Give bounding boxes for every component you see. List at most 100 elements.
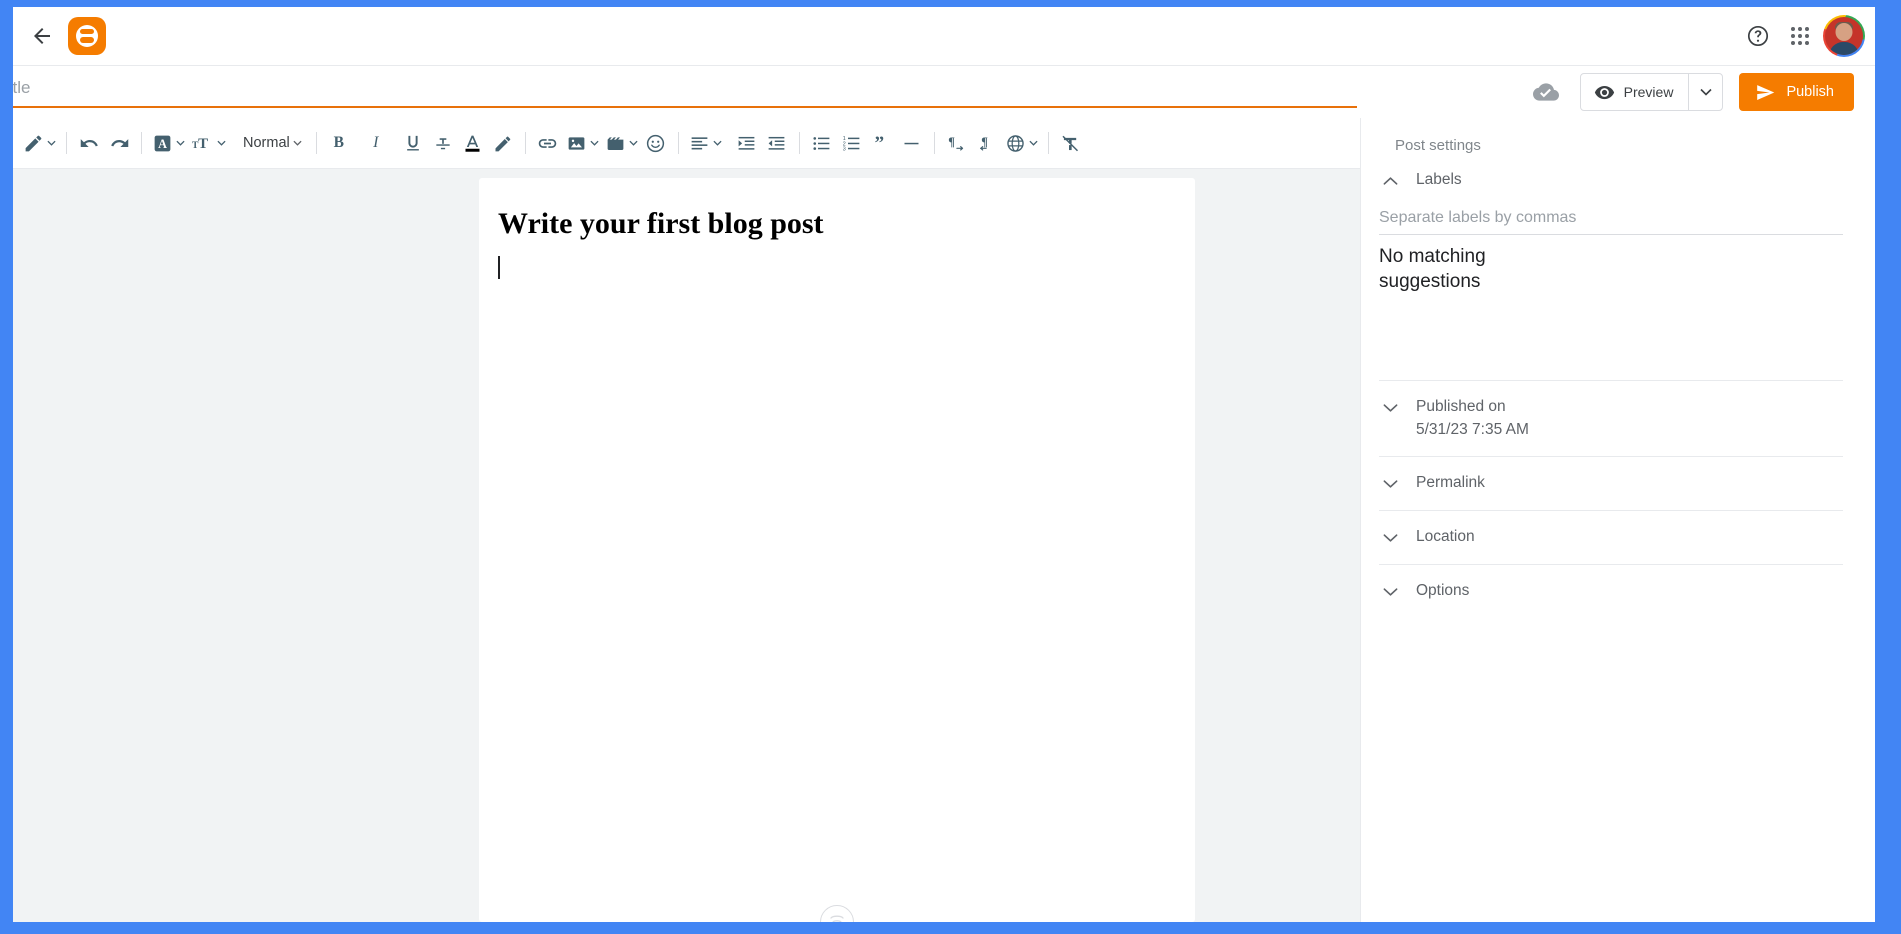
- toolbar-indent-decrease[interactable]: [762, 126, 792, 160]
- toolbar-rtl-direction[interactable]: ¶: [972, 126, 1002, 160]
- top-app-bar: [13, 7, 1875, 66]
- toolbar-transliteration[interactable]: [1002, 126, 1041, 160]
- toolbar-indent-increase[interactable]: [732, 126, 762, 160]
- toolbar-redo[interactable]: [104, 126, 134, 160]
- editor-canvas: Write your first blog post: [13, 169, 1360, 922]
- account-avatar[interactable]: [1823, 15, 1865, 57]
- avatar-body: [1829, 42, 1859, 55]
- indent-increase-icon: [738, 136, 755, 150]
- post-heading[interactable]: Write your first blog post: [479, 178, 1195, 243]
- toolbar-bold[interactable]: B: [324, 126, 354, 160]
- toolbar-divider: [677, 132, 679, 154]
- help-button[interactable]: [1737, 15, 1779, 57]
- preview-options-button[interactable]: [1688, 74, 1722, 110]
- chevron-down-icon: [293, 140, 302, 146]
- resize-grip-icon: [830, 915, 844, 922]
- settings-section-options-header[interactable]: Options: [1379, 565, 1843, 618]
- strikethrough-icon: [436, 138, 450, 150]
- rtl-paragraph-icon: ¶: [980, 135, 988, 151]
- chevron-down-icon: [1700, 88, 1712, 96]
- toolbar-ltr-direction[interactable]: ¶: [942, 126, 972, 160]
- toolbar-compose-mode[interactable]: [20, 126, 59, 160]
- chevron-up-icon: [1379, 170, 1401, 192]
- back-button[interactable]: [20, 14, 64, 58]
- toolbar-divider: [141, 132, 142, 154]
- help-icon: [1747, 25, 1769, 47]
- chevron-down-icon: [176, 140, 185, 146]
- blogger-logo[interactable]: [68, 17, 106, 55]
- eye-icon: [1594, 85, 1614, 99]
- labels-input[interactable]: [1379, 207, 1843, 235]
- toolbar-undo[interactable]: [74, 126, 104, 160]
- emoji-icon: [647, 134, 665, 152]
- chevron-down-icon: [1379, 581, 1401, 603]
- chevron-down-icon: [590, 140, 599, 146]
- toolbar-text-color[interactable]: [458, 126, 488, 160]
- svg-text:¶: ¶: [948, 135, 955, 149]
- settings-section-location-label: Location: [1416, 528, 1475, 546]
- toolbar-divider: [315, 132, 317, 154]
- toolbar-divider: [798, 132, 800, 154]
- post-editor-card[interactable]: Write your first blog post: [479, 178, 1195, 922]
- settings-section-permalink-header[interactable]: Permalink: [1379, 457, 1843, 510]
- ltr-paragraph-icon: ¶: [948, 135, 964, 151]
- toolbar-font-size[interactable]: T T: [188, 126, 229, 160]
- indent-decrease-icon: [768, 136, 785, 150]
- toolbar-highlight-color[interactable]: [488, 126, 518, 160]
- format-toolbar: A T T Normal B I 1 2 3 ” ¶ ¶: [13, 118, 1360, 169]
- toolbar-divider: [933, 132, 935, 154]
- post-title-input[interactable]: [13, 74, 1357, 108]
- toolbar-divider: [524, 132, 526, 154]
- toolbar-italic[interactable]: I: [361, 126, 391, 160]
- paragraph-style-label: Normal: [243, 135, 290, 151]
- publish-button[interactable]: Publish: [1739, 73, 1854, 111]
- toolbar-insert-image[interactable]: [563, 126, 602, 160]
- svg-text:A: A: [158, 136, 167, 150]
- settings-section-location-header[interactable]: Location: [1379, 511, 1843, 564]
- toolbar-clear-formatting[interactable]: [1056, 126, 1086, 160]
- toolbar-divider: [1047, 132, 1049, 154]
- redo-icon: [110, 138, 128, 147]
- toolbar-font-family[interactable]: A: [149, 126, 188, 160]
- settings-section-permalink-label: Permalink: [1416, 474, 1485, 492]
- browser-window-frame: Preview Publish: [0, 0, 1901, 934]
- avatar-photo: [1825, 17, 1863, 55]
- chevron-down-icon: [1379, 473, 1401, 495]
- cloud-done-icon: [1532, 83, 1559, 101]
- chevron-down-icon: [47, 140, 56, 146]
- settings-section-labels: Labels No matching suggestions: [1379, 154, 1843, 382]
- labels-body: No matching suggestions: [1379, 207, 1843, 380]
- font-box-icon: A: [154, 135, 171, 151]
- toolbar-align[interactable]: [686, 126, 725, 160]
- svg-text:3: 3: [843, 146, 846, 152]
- toolbar-strikethrough[interactable]: [428, 126, 458, 160]
- toolbar-bulleted-list[interactable]: [807, 126, 837, 160]
- post-body[interactable]: [479, 243, 1195, 283]
- google-apps-button[interactable]: [1779, 15, 1821, 57]
- toolbar-numbered-list[interactable]: 1 2 3: [837, 126, 867, 160]
- publish-label: Publish: [1786, 84, 1834, 100]
- toolbar-insert-link[interactable]: [533, 126, 563, 160]
- labels-spacer: [1379, 294, 1843, 352]
- text-color-icon: [465, 135, 480, 152]
- settings-section-published-on-header[interactable]: Published on 5/31/23 7:35 AM: [1379, 381, 1843, 456]
- toolbar-paragraph-style[interactable]: Normal: [236, 126, 309, 160]
- text-cursor: [498, 255, 500, 279]
- toolbar-blockquote[interactable]: ”: [867, 126, 897, 160]
- toolbar-insert-video[interactable]: [602, 126, 641, 160]
- settings-section-labels-header[interactable]: Labels: [1379, 154, 1843, 207]
- svg-text:T: T: [198, 135, 208, 151]
- editor-actions: Preview Publish: [1526, 72, 1854, 112]
- blogger-b-glyph: [76, 25, 98, 47]
- sidebar-title: Post settings: [1395, 137, 1481, 154]
- toolbar-insert-emoji[interactable]: [641, 126, 671, 160]
- chevron-down-icon: [1379, 527, 1401, 549]
- image-icon: [568, 136, 585, 150]
- preview-button[interactable]: Preview: [1581, 74, 1689, 110]
- toolbar-horizontal-rule[interactable]: [897, 126, 927, 160]
- pencil-icon: [25, 135, 42, 151]
- toolbar-divider: [66, 132, 67, 154]
- horizontal-line-icon: [904, 142, 919, 144]
- editor-resize-handle[interactable]: [820, 905, 854, 922]
- toolbar-underline[interactable]: [398, 126, 428, 160]
